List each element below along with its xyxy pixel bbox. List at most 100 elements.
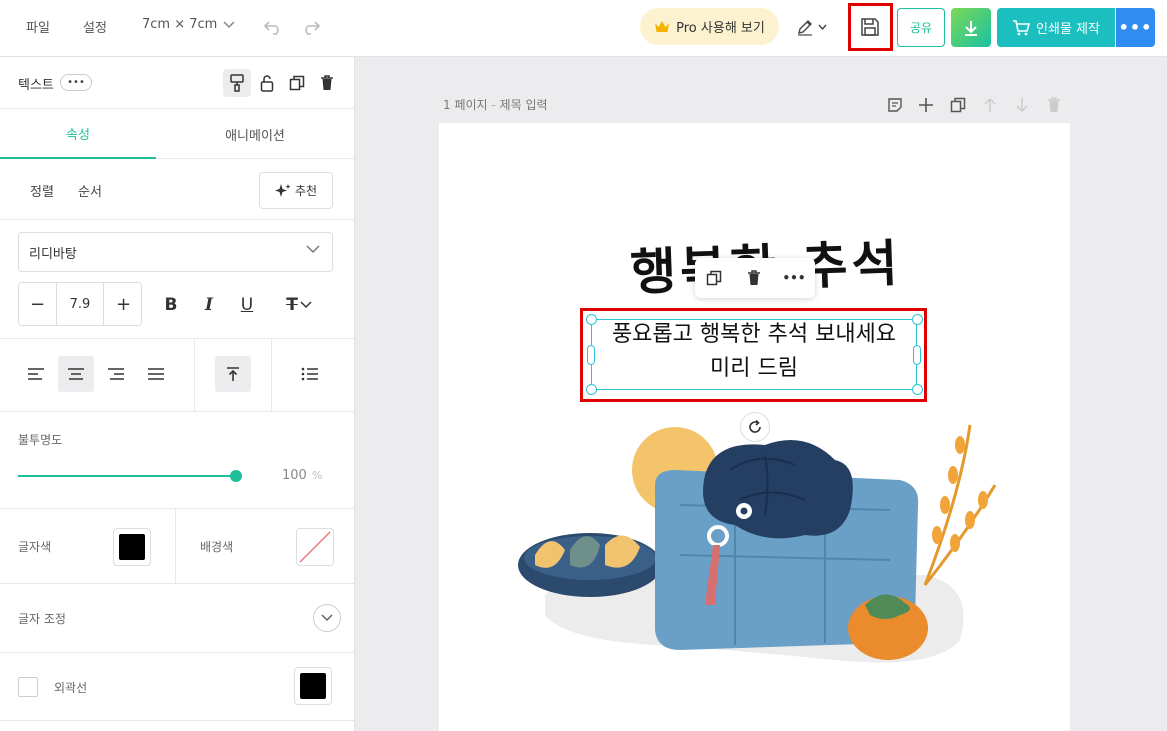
copy-icon: [950, 97, 966, 113]
resize-handle-top-left[interactable]: [586, 314, 597, 325]
font-size-stepper: − 7.9 +: [18, 282, 142, 326]
opacity-slider-handle[interactable]: [230, 470, 242, 482]
download-button[interactable]: [951, 8, 991, 47]
top-bar: 파일 설정 7cm × 7cm Pro 사용해 보기 공유 인쇄물 제작 •••: [0, 0, 1167, 57]
align-top-icon: [227, 367, 239, 381]
add-page-button[interactable]: [915, 94, 937, 116]
copy-icon: [706, 270, 722, 286]
move-page-up-button[interactable]: [979, 94, 1001, 116]
opacity-value[interactable]: 100: [282, 468, 307, 483]
bold-button[interactable]: B: [158, 293, 184, 317]
page-memo-button[interactable]: [884, 94, 906, 116]
font-size-value[interactable]: 7.9: [56, 283, 104, 325]
page-header: 1 페이지 - 제목 입력: [443, 96, 548, 113]
paint-roller-icon: [230, 74, 244, 92]
opacity-unit: %: [312, 469, 323, 482]
align-justify-button[interactable]: [138, 356, 174, 392]
tab-properties[interactable]: 속성: [0, 109, 156, 159]
trash-icon: [748, 270, 760, 285]
panel-title: 텍스트: [18, 78, 54, 93]
page-title-input[interactable]: 제목 입력: [500, 98, 548, 112]
canvas-size-label: 7cm × 7cm: [142, 17, 218, 32]
move-page-down-button[interactable]: [1011, 94, 1033, 116]
trash-icon: [1048, 97, 1060, 112]
memo-icon: [888, 98, 902, 112]
delete-button[interactable]: [313, 69, 341, 97]
lock-button[interactable]: [253, 69, 281, 97]
strikethrough-dropdown[interactable]: T: [276, 293, 322, 317]
align-link[interactable]: 정렬: [30, 181, 54, 200]
chevron-down-icon: [306, 245, 320, 254]
save-icon: [861, 18, 879, 36]
font-family-select[interactable]: 리디바탕: [18, 232, 333, 272]
resize-handle-bottom-right[interactable]: [912, 384, 923, 395]
strikethrough-label: T: [286, 295, 298, 315]
redo-button[interactable]: [296, 12, 326, 42]
chevron-down-icon: [321, 614, 333, 622]
floating-copy-button[interactable]: [701, 266, 727, 290]
resize-handle-top-right[interactable]: [912, 314, 923, 325]
more-dots-icon: •••: [1118, 18, 1153, 37]
print-order-button[interactable]: 인쇄물 제작: [997, 8, 1115, 47]
italic-button[interactable]: I: [196, 293, 222, 317]
resize-handle-left[interactable]: [587, 345, 595, 365]
text-color-swatch[interactable]: [113, 528, 151, 566]
arrange-row: 정렬 순서 추천: [0, 159, 354, 220]
menu-file[interactable]: 파일: [26, 17, 50, 36]
selected-text-element[interactable]: 풍요롭고 행복한 추석 보내세요 미리 드림: [591, 318, 917, 386]
stroke-checkbox[interactable]: [18, 677, 38, 697]
order-link[interactable]: 순서: [78, 181, 102, 200]
align-left-button[interactable]: [18, 356, 54, 392]
properties-panel: 텍스트 ••• 속성 애니메이션 정렬 순서 추천 리디바탕 − 7.9 + B…: [0, 57, 355, 731]
stroke-row: 외곽선: [0, 653, 354, 721]
list-icon: [301, 367, 318, 381]
bg-color-swatch[interactable]: [296, 528, 334, 566]
download-icon: [965, 20, 977, 36]
pro-trial-button[interactable]: Pro 사용해 보기: [640, 8, 779, 45]
edit-mode-dropdown[interactable]: [789, 12, 833, 42]
save-button[interactable]: [855, 12, 885, 42]
resize-handle-right[interactable]: [913, 345, 921, 365]
menu-settings[interactable]: 설정: [83, 17, 107, 36]
recommend-button[interactable]: 추천: [259, 172, 333, 209]
resize-handle-bottom-left[interactable]: [586, 384, 597, 395]
more-options-button[interactable]: •••: [1116, 8, 1155, 47]
panel-more-button[interactable]: •••: [60, 74, 92, 91]
panel-header: 텍스트 •••: [0, 57, 354, 109]
text-adjust-expand-button[interactable]: [313, 604, 341, 632]
canvas-size-dropdown[interactable]: 7cm × 7cm: [142, 17, 235, 32]
bullet-list-button[interactable]: [292, 356, 328, 392]
duplicate-page-button[interactable]: [947, 94, 969, 116]
crown-icon: [655, 21, 670, 32]
sparkle-icon: [274, 183, 291, 197]
text-adjust-row[interactable]: 글자 조정: [0, 584, 354, 653]
floating-delete-button[interactable]: [741, 266, 767, 290]
align-right-icon: [108, 368, 124, 380]
color-row: 글자색 배경색: [0, 508, 354, 584]
underline-button[interactable]: U: [234, 293, 260, 317]
rotate-handle[interactable]: [740, 412, 770, 442]
align-center-button[interactable]: [58, 356, 94, 392]
text-color-label: 글자색: [18, 540, 52, 554]
font-size-increase-button[interactable]: +: [105, 283, 142, 325]
share-button[interactable]: 공유: [897, 8, 945, 47]
vertical-align-top-button[interactable]: [215, 356, 251, 392]
opacity-slider[interactable]: [18, 469, 242, 483]
undo-button[interactable]: [258, 12, 288, 42]
duplicate-button[interactable]: [283, 69, 311, 97]
selected-text-line: 풍요롭고 행복한 추석 보내세요: [611, 322, 897, 347]
align-justify-icon: [148, 368, 164, 380]
floating-more-button[interactable]: •••: [781, 266, 807, 290]
pencil-icon: [797, 20, 812, 36]
font-size-decrease-button[interactable]: −: [19, 283, 56, 325]
chuseok-illustration[interactable]: [505, 415, 1005, 675]
delete-page-button[interactable]: [1043, 94, 1065, 116]
no-color-icon: [299, 531, 331, 563]
align-left-icon: [28, 368, 44, 380]
style-copy-button[interactable]: [223, 69, 251, 97]
text-color-fill: [119, 534, 145, 560]
align-right-button[interactable]: [98, 356, 134, 392]
stroke-color-swatch[interactable]: [294, 667, 332, 705]
tab-animation[interactable]: 애니메이션: [177, 109, 333, 159]
element-floating-toolbar: •••: [695, 258, 815, 298]
